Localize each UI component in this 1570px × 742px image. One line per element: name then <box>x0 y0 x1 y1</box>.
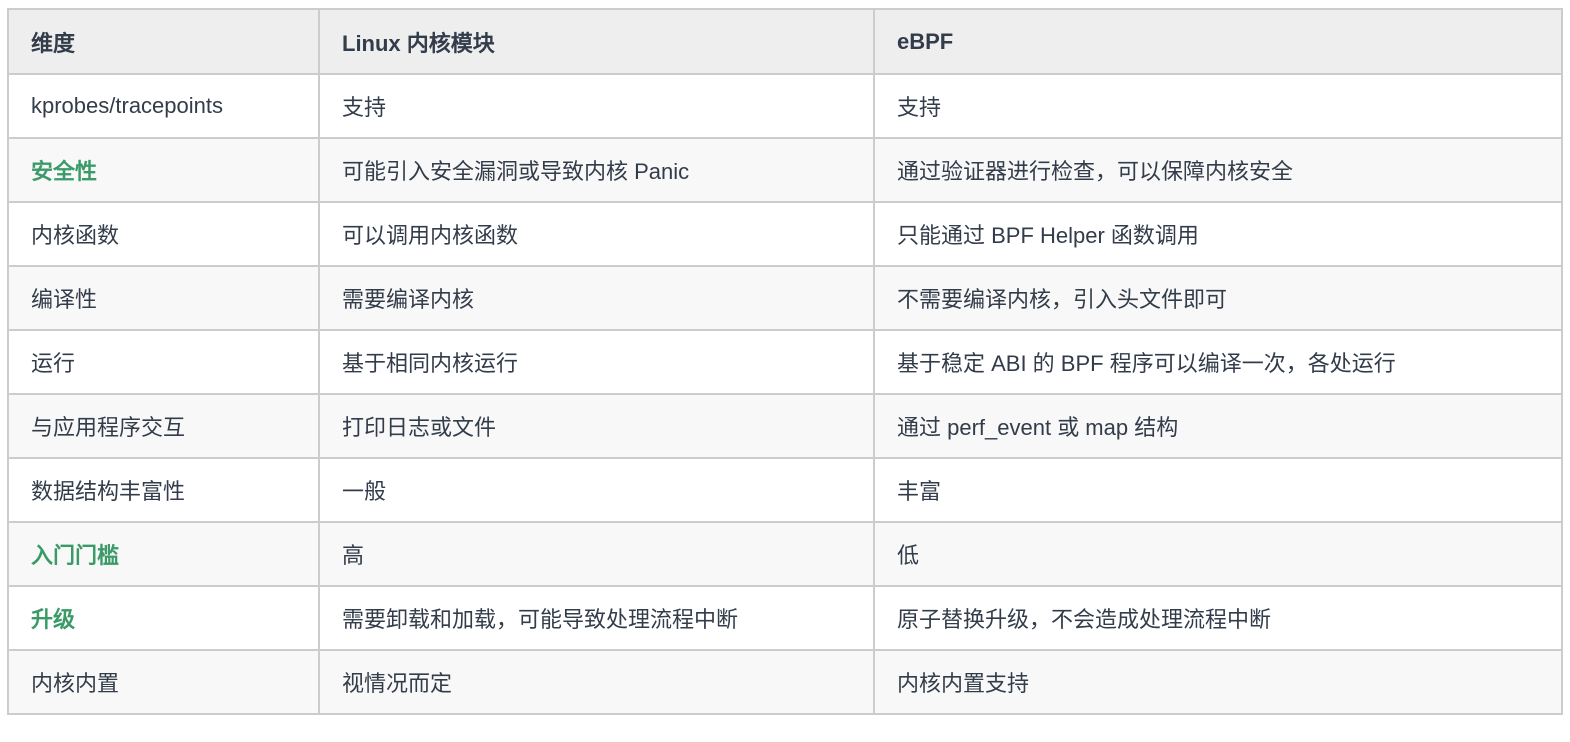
table-row: 编译性 需要编译内核 不需要编译内核，引入头文件即可 <box>7 265 1563 331</box>
dimension-cell: kprobes/tracepoints <box>7 73 320 139</box>
ebpf-cell: 只能通过 BPF Helper 函数调用 <box>873 201 1563 267</box>
header-dimension: 维度 <box>7 8 320 75</box>
linux-module-cell: 需要编译内核 <box>318 265 875 331</box>
ebpf-cell: 通过验证器进行检查，可以保障内核安全 <box>873 137 1563 203</box>
ebpf-cell: 基于稳定 ABI 的 BPF 程序可以编译一次，各处运行 <box>873 329 1563 395</box>
ebpf-cell: 丰富 <box>873 457 1563 523</box>
header-linux-module: Linux 内核模块 <box>318 8 875 75</box>
comparison-table: 维度 Linux 内核模块 eBPF kprobes/tracepoints 支持… <box>7 8 1563 715</box>
table-row: 升级 需要卸载和加载，可能导致处理流程中断 原子替换升级，不会造成处理流程中断 <box>7 585 1563 651</box>
table-body: kprobes/tracepoints 支持 支持 安全性 可能引入安全漏洞或导致内核 … <box>7 73 1563 715</box>
linux-module-cell: 视情况而定 <box>318 649 875 715</box>
dimension-cell: 内核内置 <box>7 649 320 715</box>
linux-module-cell: 支持 <box>318 73 875 139</box>
dimension-cell: 编译性 <box>7 265 320 331</box>
ebpf-cell: 低 <box>873 521 1563 587</box>
table-header-row: 维度 Linux 内核模块 eBPF <box>7 8 1563 75</box>
linux-module-cell: 可以调用内核函数 <box>318 201 875 267</box>
linux-module-cell: 一般 <box>318 457 875 523</box>
ebpf-cell: 不需要编译内核，引入头文件即可 <box>873 265 1563 331</box>
dimension-cell: 数据结构丰富性 <box>7 457 320 523</box>
table-row: 数据结构丰富性 一般 丰富 <box>7 457 1563 523</box>
linux-module-cell: 可能引入安全漏洞或导致内核 Panic <box>318 137 875 203</box>
linux-module-cell: 基于相同内核运行 <box>318 329 875 395</box>
ebpf-cell: 支持 <box>873 73 1563 139</box>
table-row: 安全性 可能引入安全漏洞或导致内核 Panic 通过验证器进行检查，可以保障内核安全 <box>7 137 1563 203</box>
ebpf-cell: 内核内置支持 <box>873 649 1563 715</box>
table-row: 内核函数 可以调用内核函数 只能通过 BPF Helper 函数调用 <box>7 201 1563 267</box>
table-row: 内核内置 视情况而定 内核内置支持 <box>7 649 1563 715</box>
table-row: 运行 基于相同内核运行 基于稳定 ABI 的 BPF 程序可以编译一次，各处运行 <box>7 329 1563 395</box>
dimension-cell: 与应用程序交互 <box>7 393 320 459</box>
linux-module-cell: 高 <box>318 521 875 587</box>
table-row: 入门门槛高低 <box>7 521 1563 587</box>
linux-module-cell: 需要卸载和加载，可能导致处理流程中断 <box>318 585 875 651</box>
dimension-cell: 运行 <box>7 329 320 395</box>
ebpf-cell: 通过 perf_event 或 map 结构 <box>873 393 1563 459</box>
dimension-cell: 升级 <box>7 585 320 651</box>
dimension-cell: 安全性 <box>7 137 320 203</box>
header-ebpf: eBPF <box>873 8 1563 75</box>
table-row: kprobes/tracepoints 支持 支持 <box>7 73 1563 139</box>
dimension-cell: 入门门槛 <box>7 521 320 587</box>
ebpf-cell: 原子替换升级，不会造成处理流程中断 <box>873 585 1563 651</box>
linux-module-cell: 打印日志或文件 <box>318 393 875 459</box>
dimension-cell: 内核函数 <box>7 201 320 267</box>
table-row: 与应用程序交互 打印日志或文件 通过 perf_event 或 map 结构 <box>7 393 1563 459</box>
